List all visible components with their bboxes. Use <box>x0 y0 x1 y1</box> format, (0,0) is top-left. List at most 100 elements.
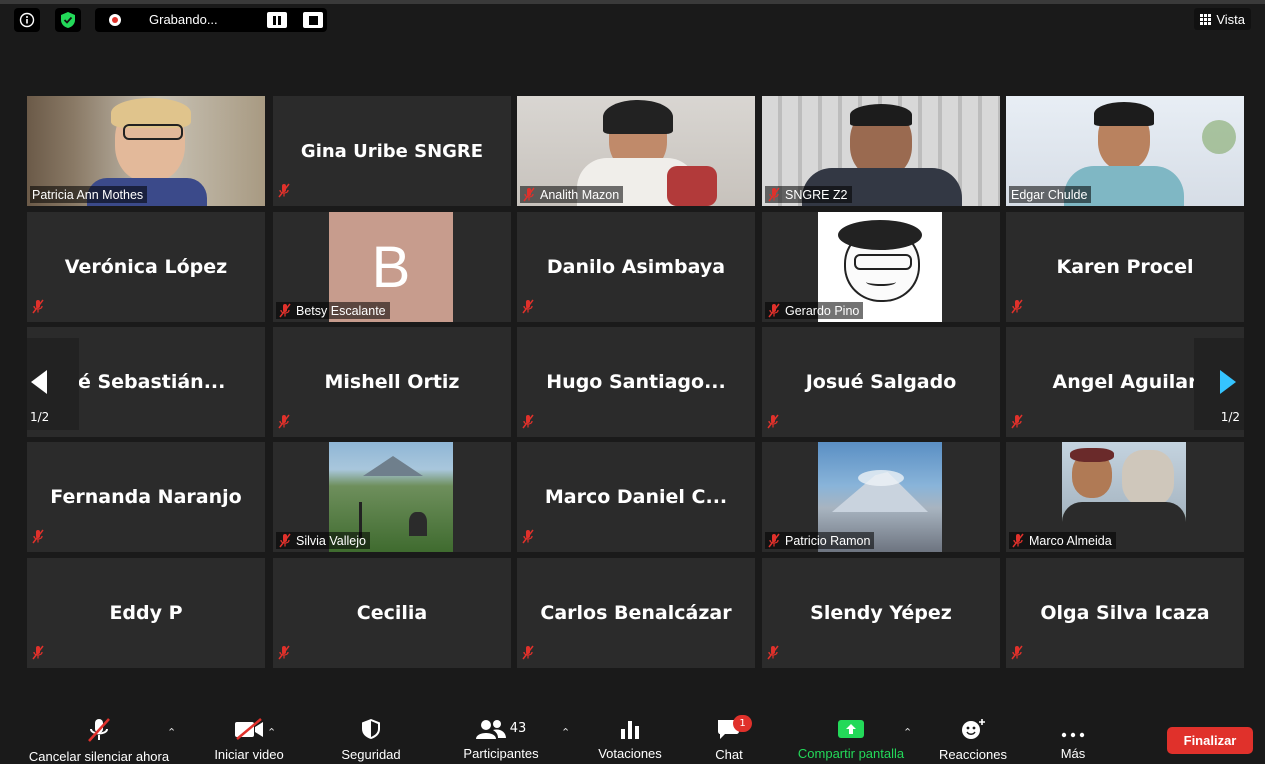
chat-label: Chat <box>715 747 743 762</box>
microphone-muted-icon <box>88 718 110 742</box>
participant-name: Gina Uribe SNGRE <box>300 140 484 162</box>
participant-tile[interactable]: Danilo Asimbaya <box>517 212 755 322</box>
audio-options-caret[interactable]: ⌃ <box>167 726 176 739</box>
record-icon <box>109 14 121 26</box>
microphone-muted-icon <box>278 645 290 660</box>
participant-name-label: SNGRE Z2 <box>765 186 852 203</box>
chevron-left-icon <box>31 370 47 394</box>
participant-tile[interactable]: Gina Uribe SNGRE <box>273 96 511 206</box>
participant-name: Josué Salgado <box>805 371 957 393</box>
meeting-info-button[interactable] <box>14 8 40 32</box>
stop-icon <box>308 15 318 25</box>
participant-tile[interactable]: Cecilia <box>273 558 511 668</box>
microphone-muted-icon <box>1012 533 1024 548</box>
chat-unread-badge: 1 <box>733 715 752 732</box>
more-icon <box>1061 732 1085 738</box>
participant-tile[interactable]: Eddy P <box>27 558 265 668</box>
microphone-muted-icon <box>522 414 534 429</box>
previous-page-button[interactable]: 1/2 <box>27 338 79 430</box>
participant-name: Betsy Escalante <box>296 303 386 318</box>
share-screen-button[interactable]: Compartir pantalla <box>786 718 916 761</box>
participant-tile[interactable]: Gerardo Pino <box>762 212 1000 322</box>
participant-tile[interactable]: Karen Procel <box>1006 212 1244 322</box>
video-options-caret[interactable]: ⌃ <box>267 726 276 739</box>
meeting-toolbar: Cancelar silenciar ahora ⌃ Iniciar video… <box>0 704 1265 764</box>
participant-tile[interactable]: Mishell Ortiz <box>273 327 511 437</box>
stop-recording-button[interactable] <box>303 12 323 28</box>
participants-options-caret[interactable]: ⌃ <box>561 726 570 739</box>
polls-label: Votaciones <box>598 746 662 761</box>
microphone-muted-icon <box>768 533 780 548</box>
security-button[interactable]: Seguridad <box>326 718 416 762</box>
page-indicator-right: 1/2 <box>1220 410 1240 424</box>
microphone-muted-icon <box>32 299 44 314</box>
chat-button[interactable]: Chat 1 <box>702 715 756 762</box>
participants-label: Participantes <box>463 746 539 761</box>
chevron-right-icon <box>1220 370 1236 394</box>
unmute-label: Cancelar silenciar ahora <box>28 749 170 764</box>
microphone-muted-icon <box>278 414 290 429</box>
encryption-button[interactable] <box>55 8 81 32</box>
microphone-muted-icon <box>767 645 779 660</box>
participant-name: Silvia Vallejo <box>296 533 366 548</box>
end-meeting-button[interactable]: Finalizar <box>1167 727 1253 754</box>
next-page-button[interactable]: 1/2 <box>1194 338 1244 430</box>
microphone-muted-icon <box>768 187 780 202</box>
participant-tile[interactable]: Verónica López <box>27 212 265 322</box>
microphone-muted-icon <box>767 414 779 429</box>
participant-tile[interactable]: Fernanda Naranjo <box>27 442 265 552</box>
participant-name: Cecilia <box>356 602 428 624</box>
camera-off-icon <box>235 718 263 740</box>
participant-name: Eddy P <box>109 602 183 624</box>
unmute-button[interactable]: Cancelar silenciar ahora <box>18 718 180 764</box>
participant-tile[interactable]: Carlos Benalcázar <box>517 558 755 668</box>
pause-icon <box>273 15 281 25</box>
participant-tile[interactable]: Marco Almeida <box>1006 442 1244 552</box>
participant-name: SNGRE Z2 <box>785 187 848 202</box>
participant-name: Gerardo Pino <box>785 303 860 318</box>
recording-indicator: Grabando... <box>95 8 327 32</box>
participants-button[interactable]: 43 Participantes <box>455 718 547 761</box>
participant-tile[interactable]: Analith Mazon <box>517 96 755 206</box>
participant-tile[interactable]: Marco Daniel C... <box>517 442 755 552</box>
microphone-muted-icon <box>279 303 291 318</box>
participant-tile[interactable]: Hugo Santiago... <box>517 327 755 437</box>
participant-name: Olga Silva Icaza <box>1040 602 1210 624</box>
participant-tile[interactable]: Patricia Ann Mothes <box>27 96 265 206</box>
participant-tile[interactable]: SNGRE Z2 <box>762 96 1000 206</box>
participant-name: Verónica López <box>64 256 228 278</box>
recording-label: Grabando... <box>149 12 218 27</box>
microphone-muted-icon <box>1011 414 1023 429</box>
microphone-muted-icon <box>522 299 534 314</box>
participant-tile[interactable]: B Betsy Escalante <box>273 212 511 322</box>
participant-name-label: Patricio Ramon <box>765 532 875 549</box>
view-label: Vista <box>1216 11 1245 27</box>
share-options-caret[interactable]: ⌃ <box>903 726 912 739</box>
start-video-button[interactable]: Iniciar video <box>204 718 294 762</box>
participant-tile[interactable]: Olga Silva Icaza <box>1006 558 1244 668</box>
grid-icon <box>1200 13 1212 25</box>
start-video-label: Iniciar video <box>214 747 284 762</box>
participant-name-label: Marco Almeida <box>1009 532 1116 549</box>
participant-name: Slendy Yépez <box>810 602 952 624</box>
polls-button[interactable]: Votaciones <box>585 718 675 761</box>
participant-tile[interactable]: Josué Salgado <box>762 327 1000 437</box>
participant-name: Patricio Ramon <box>785 533 871 548</box>
more-button[interactable]: Más <box>1047 718 1099 761</box>
participant-tile[interactable]: Edgar Chulde <box>1006 96 1244 206</box>
participant-tile[interactable]: Silvia Vallejo <box>273 442 511 552</box>
participant-tile[interactable]: Slendy Yépez <box>762 558 1000 668</box>
meeting-top-bar: Grabando... Vista <box>0 0 1265 40</box>
pause-recording-button[interactable] <box>267 12 287 28</box>
poll-icon <box>621 721 639 739</box>
participant-tile[interactable]: Patricio Ramon <box>762 442 1000 552</box>
participant-name-label: Analith Mazon <box>520 186 624 203</box>
microphone-muted-icon <box>279 533 291 548</box>
microphone-muted-icon <box>523 187 535 202</box>
view-button[interactable]: Vista <box>1194 8 1251 30</box>
participants-count: 43 <box>509 721 527 736</box>
reactions-button[interactable]: Reacciones <box>932 718 1014 762</box>
participant-name: Karen Procel <box>1056 256 1194 278</box>
participant-name: Patricia Ann Mothes <box>32 187 144 202</box>
microphone-muted-icon <box>32 529 44 544</box>
